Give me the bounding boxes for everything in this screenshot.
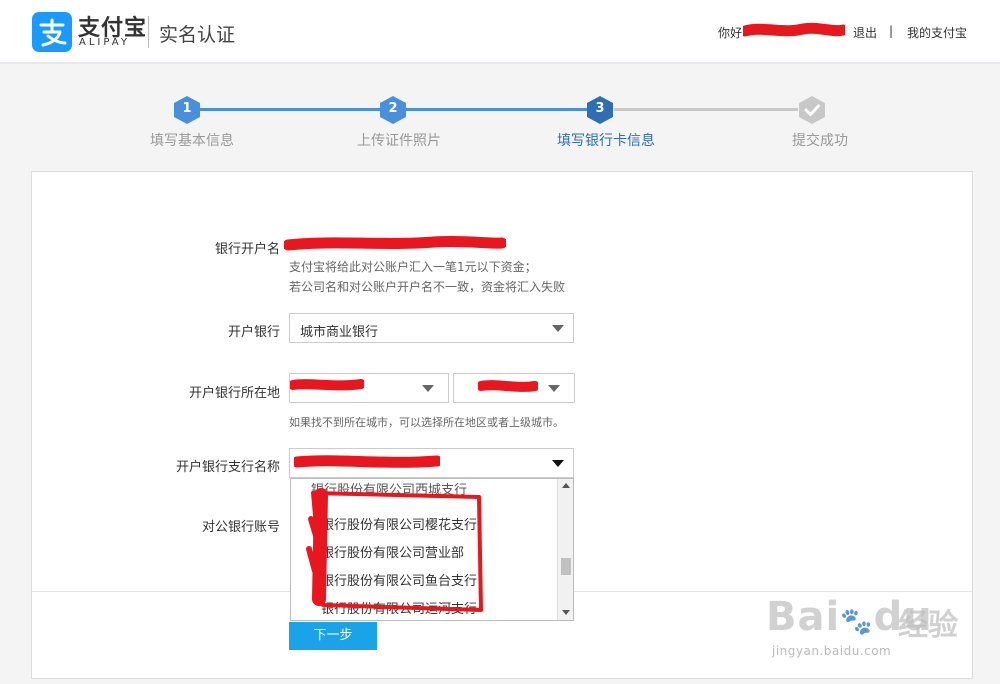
step-3-label: 填写银行卡信息 [557,133,655,149]
bank-select-value: 城市商业银行 [300,325,379,340]
header-divider [148,16,149,48]
step-1-label: 填写基本信息 [150,133,234,149]
account-name-redaction [284,235,506,251]
next-button[interactable]: 下一步 [289,622,377,650]
watermark-cn: 经验 [898,608,958,643]
province-redaction [290,379,364,391]
account-name-hint-1: 支付宝将给此对公账户汇入一笔1元以下资金； [289,260,537,274]
step-2-node: 2 [378,95,408,125]
bank-select[interactable]: 城市商业银行 [289,313,574,343]
account-number-label: 对公银行账号 [201,520,280,535]
account-name-label: 银行开户名 [214,242,280,257]
branch-dropdown-list[interactable]: 银行股份有限公司西城支行 银行股份有限公司樱花支行 银行股份有限公司营业部 银行… [290,478,574,621]
my-alipay-link[interactable]: 我的支付宝 [907,24,967,41]
chevron-down-icon [552,325,564,332]
step-1-node: 1 [172,95,202,125]
scroll-thumb[interactable] [561,558,571,575]
step-4-check-icon [797,95,827,125]
step-2-label: 上传证件照片 [357,133,441,149]
branch-redaction [294,455,440,468]
location-label: 开户银行所在地 [188,386,280,401]
logout-link[interactable]: 退出 [853,24,877,41]
chevron-down-icon [548,385,560,392]
top-header: 支付宝 ALIPAY 实名认证 你好 退出 | 我的支付宝 [0,0,1000,64]
bank-label: 开户银行 [227,325,280,340]
step-connector-2 [406,108,588,111]
progress-steps: 1 2 3 填写基本信息 上传证件照片 填写银行卡信息 提交成功 [0,90,1000,160]
step-connector-3 [614,108,798,111]
step-connector-1 [200,108,380,111]
chevron-down-icon [552,460,564,467]
watermark-url: jingyan.baidu.com [772,644,892,658]
dropdown-scrollbar[interactable] [557,479,573,620]
dropdown-redaction [306,488,483,612]
chevron-down-icon [422,385,434,392]
step-4-label: 提交成功 [792,133,848,149]
scroll-up-icon[interactable] [562,483,570,488]
location-hint: 如果找不到所在城市，可以选择所在地区或者上级城市。 [289,416,564,429]
logo-text-en: ALIPAY [79,37,130,48]
city-redaction [478,380,538,392]
scroll-down-icon[interactable] [562,610,570,615]
greeting: 你好 [718,26,743,40]
account-name-hint-2: 若公司名和对公账户开户名不一致，资金将汇入失败 [289,280,566,294]
alipay-logo-icon[interactable] [32,12,72,52]
baidu-jingyan-watermark: Bai🐾du 经验 jingyan.baidu.com [766,578,996,668]
branch-label: 开户银行支行名称 [175,460,280,475]
username-redaction [743,22,845,37]
page-title: 实名认证 [159,24,236,46]
step-3-node: 3 [585,95,615,125]
header-separator: | [889,24,894,38]
